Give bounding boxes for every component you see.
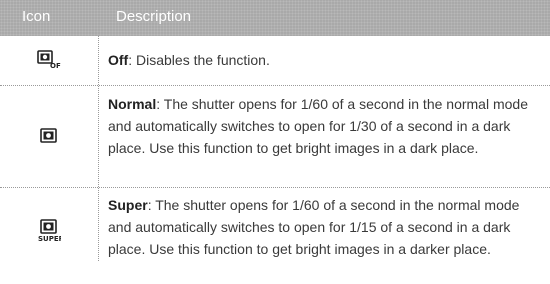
icon-label: OFF	[50, 62, 61, 70]
mode-text: : Disables the function.	[128, 52, 270, 68]
mode-name: Off	[108, 52, 129, 68]
column-divider	[98, 36, 99, 261]
row-description: Off: Disables the function.	[108, 49, 538, 71]
mode-text: : The shutter opens for 1/60 of a second…	[108, 96, 528, 156]
mode-name: Normal	[108, 96, 157, 112]
icon-cell: SUPER	[0, 188, 98, 274]
row-description: Normal: The shutter opens for 1/60 of a …	[108, 93, 538, 159]
shutter-normal-icon	[40, 128, 57, 143]
icon-cell	[0, 86, 98, 186]
row-description: Super: The shutter opens for 1/60 of a s…	[108, 194, 538, 260]
header-description-column: Description	[116, 8, 192, 25]
mode-name: Super	[108, 197, 148, 213]
icon-label: SUPER	[38, 235, 61, 243]
mode-text: : The shutter opens for 1/60 of a second…	[108, 197, 520, 257]
shutter-super-icon: SUPER	[38, 219, 61, 243]
table-header: Icon Description	[0, 0, 550, 36]
icon-cell: OFF	[0, 36, 98, 84]
shutter-mode-table: Icon Description OFF Off: Disables the f…	[0, 0, 550, 284]
shutter-off-icon: OFF	[37, 50, 61, 70]
header-icon-column: Icon	[22, 8, 51, 25]
